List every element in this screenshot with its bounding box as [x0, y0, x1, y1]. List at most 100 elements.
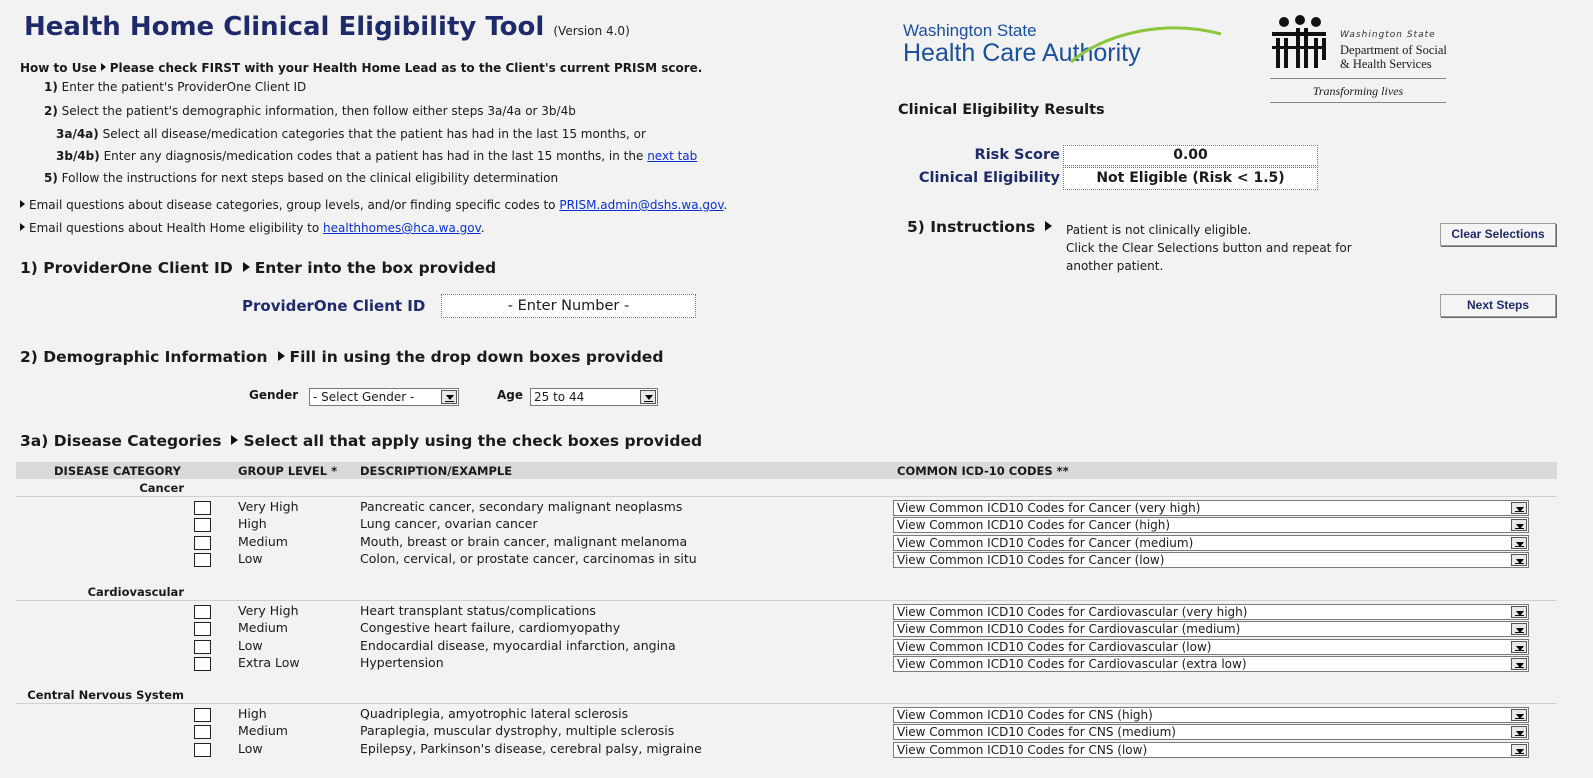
group-level: Low [238, 550, 263, 566]
category-checkbox[interactable] [194, 639, 211, 654]
col-description: DESCRIPTION/EXAMPLE [360, 464, 513, 478]
instructions-heading-text: 5) Instructions [907, 218, 1036, 236]
chevron-down-icon [1511, 743, 1527, 756]
icd10-codes-select-value: View Common ICD10 Codes for Cardiovascul… [897, 639, 1212, 654]
email-prism-line: Email questions about disease categories… [14, 198, 727, 212]
icd10-codes-select[interactable]: View Common ICD10 Codes for Cancer (high… [893, 517, 1529, 534]
section1-heading: 1) ProviderOne Client ID Enter into the b… [20, 259, 496, 277]
gender-select[interactable]: - Select Gender - [309, 388, 459, 406]
category-checkbox[interactable] [194, 656, 211, 671]
section3a-heading: 3a) Disease Categories Select all that ap… [20, 432, 702, 450]
category-checkbox[interactable] [194, 552, 211, 567]
group-level: Low [238, 637, 263, 653]
step-number: 5) [44, 171, 58, 185]
age-select-value: 25 to 44 [534, 390, 585, 404]
dshs-name-line2: & Health Services [1340, 57, 1432, 71]
description: Endocardial disease, myocardial infarcti… [360, 637, 676, 653]
healthhomes-email-link[interactable]: healthhomes@hca.wa.gov [323, 221, 481, 235]
category-divider [16, 496, 1557, 497]
table-header: DISEASE CATEGORY GROUP LEVEL * DESCRIPTI… [16, 462, 1557, 479]
category-checkbox[interactable] [194, 708, 211, 722]
icd10-codes-select[interactable]: View Common ICD10 Codes for Cancer (medi… [893, 534, 1529, 551]
category-checkbox[interactable] [194, 501, 211, 515]
prism-email-link[interactable]: PRISM.admin@dshs.wa.gov [559, 198, 723, 212]
arrow-right-icon [100, 63, 106, 71]
howto-step-2: 2) Select the patient's demographic info… [44, 104, 576, 118]
howto-lead-label: How to Use [20, 61, 97, 75]
icd10-codes-select-value: View Common ICD10 Codes for Cancer (high… [897, 518, 1171, 533]
age-select[interactable]: 25 to 44 [530, 388, 658, 406]
instructions-heading: 5) Instructions [907, 218, 1057, 236]
icd10-codes-select[interactable]: View Common ICD10 Codes for CNS (high) [893, 707, 1529, 723]
page-title: Health Home Clinical Eligibility Tool (V… [24, 12, 630, 42]
col-disease-category: DISEASE CATEGORY [54, 464, 181, 478]
howto-step-5: 5) Follow the instructions for next step… [44, 171, 558, 185]
section2-hint: Fill in using the drop down boxes provid… [289, 348, 664, 366]
section2-heading: 2) Demographic Information Fill in using … [20, 348, 663, 366]
dshs-divider [1270, 78, 1446, 79]
category-checkbox[interactable] [194, 742, 211, 757]
chevron-down-icon [1511, 657, 1527, 670]
col-group-level: GROUP LEVEL * [238, 464, 338, 478]
instructions-line: Click the Clear Selections button and re… [1066, 241, 1352, 255]
howto-step-3b: 3b/4b) Enter any diagnosis/medication co… [56, 149, 697, 163]
disease-category-label: Cancer [139, 481, 184, 495]
risk-score-value: 0.00 [1063, 145, 1318, 166]
howto-lead: How to Use Please check FIRST with your H… [20, 61, 702, 75]
icd10-codes-select-value: View Common ICD10 Codes for CNS (low) [897, 742, 1148, 757]
howto-step-1: 1) Enter the patient's ProviderOne Clien… [44, 80, 306, 94]
section1-hint: Enter into the box provided [254, 259, 497, 277]
step-number: 3b/4b) [56, 149, 100, 163]
chevron-down-icon [1511, 553, 1527, 566]
description: Mouth, breast or brain cancer, malignant… [360, 533, 688, 549]
icd10-codes-select[interactable]: View Common ICD10 Codes for Cancer (low) [893, 551, 1529, 568]
instructions-line: another patient. [1066, 259, 1164, 273]
group-level: Medium [238, 620, 288, 636]
category-checkbox[interactable] [194, 605, 211, 619]
group-level: Very High [238, 499, 299, 514]
description: Heart transplant status/complications [360, 603, 596, 618]
chevron-down-icon [441, 390, 457, 404]
category-divider [16, 600, 1557, 601]
icd10-codes-select[interactable]: View Common ICD10 Codes for Cancer (very… [893, 500, 1529, 516]
category-checkbox[interactable] [194, 622, 211, 637]
icd10-codes-select[interactable]: View Common ICD10 Codes for Cardiovascul… [893, 655, 1529, 672]
section3a-hint: Select all that apply using the check bo… [243, 432, 703, 450]
category-checkbox[interactable] [194, 518, 211, 533]
arrow-right-icon [231, 435, 239, 445]
step-number: 3a/4a) [56, 127, 99, 141]
icd10-codes-select-value: View Common ICD10 Codes for Cancer (very… [897, 501, 1201, 515]
next-steps-button[interactable]: Next Steps [1440, 294, 1556, 317]
instructions-line: Patient is not clinically eligible. [1066, 223, 1252, 237]
step-text: Select all disease/medication categories… [102, 127, 646, 141]
disease-category-label: Central Nervous System [27, 688, 184, 702]
icd10-codes-select-value: View Common ICD10 Codes for Cardiovascul… [897, 605, 1248, 619]
category-divider [16, 703, 1557, 704]
description: Epilepsy, Parkinson's disease, cerebral … [360, 740, 702, 756]
hca-logo: Washington State Health Care Authority [903, 22, 1222, 66]
description: Pancreatic cancer, secondary malignant n… [360, 499, 683, 514]
icd10-codes-select[interactable]: View Common ICD10 Codes for Cardiovascul… [893, 604, 1529, 620]
dshs-divider [1270, 102, 1446, 103]
chevron-down-icon [1511, 709, 1527, 721]
category-checkbox[interactable] [194, 535, 211, 550]
icd10-codes-select[interactable]: View Common ICD10 Codes for CNS (low) [893, 741, 1529, 758]
version-label: (Version 4.0) [553, 24, 630, 38]
risk-score-label: Risk Score [974, 147, 1060, 163]
chevron-down-icon [1511, 623, 1527, 636]
arrow-right-icon [1045, 221, 1053, 231]
age-label: Age [497, 388, 524, 402]
icd10-codes-select[interactable]: View Common ICD10 Codes for Cardiovascul… [893, 621, 1529, 638]
howto-lead-text: Please check FIRST with your Health Home… [109, 61, 703, 75]
icd10-codes-select[interactable]: View Common ICD10 Codes for CNS (medium) [893, 724, 1529, 741]
icd10-codes-select-value: View Common ICD10 Codes for Cardiovascul… [897, 656, 1247, 671]
category-checkbox[interactable] [194, 725, 211, 740]
client-id-input[interactable]: - Enter Number - [441, 294, 696, 318]
description: Colon, cervical, or prostate cancer, car… [360, 550, 697, 566]
clear-selections-button[interactable]: Clear Selections [1440, 223, 1556, 246]
icd10-codes-select-value: View Common ICD10 Codes for CNS (medium) [897, 725, 1176, 740]
icd10-codes-select[interactable]: View Common ICD10 Codes for Cardiovascul… [893, 638, 1529, 655]
arrow-right-icon [242, 262, 250, 272]
disease-category-label: Cardiovascular [87, 585, 184, 599]
next-tab-link[interactable]: next tab [647, 149, 697, 163]
